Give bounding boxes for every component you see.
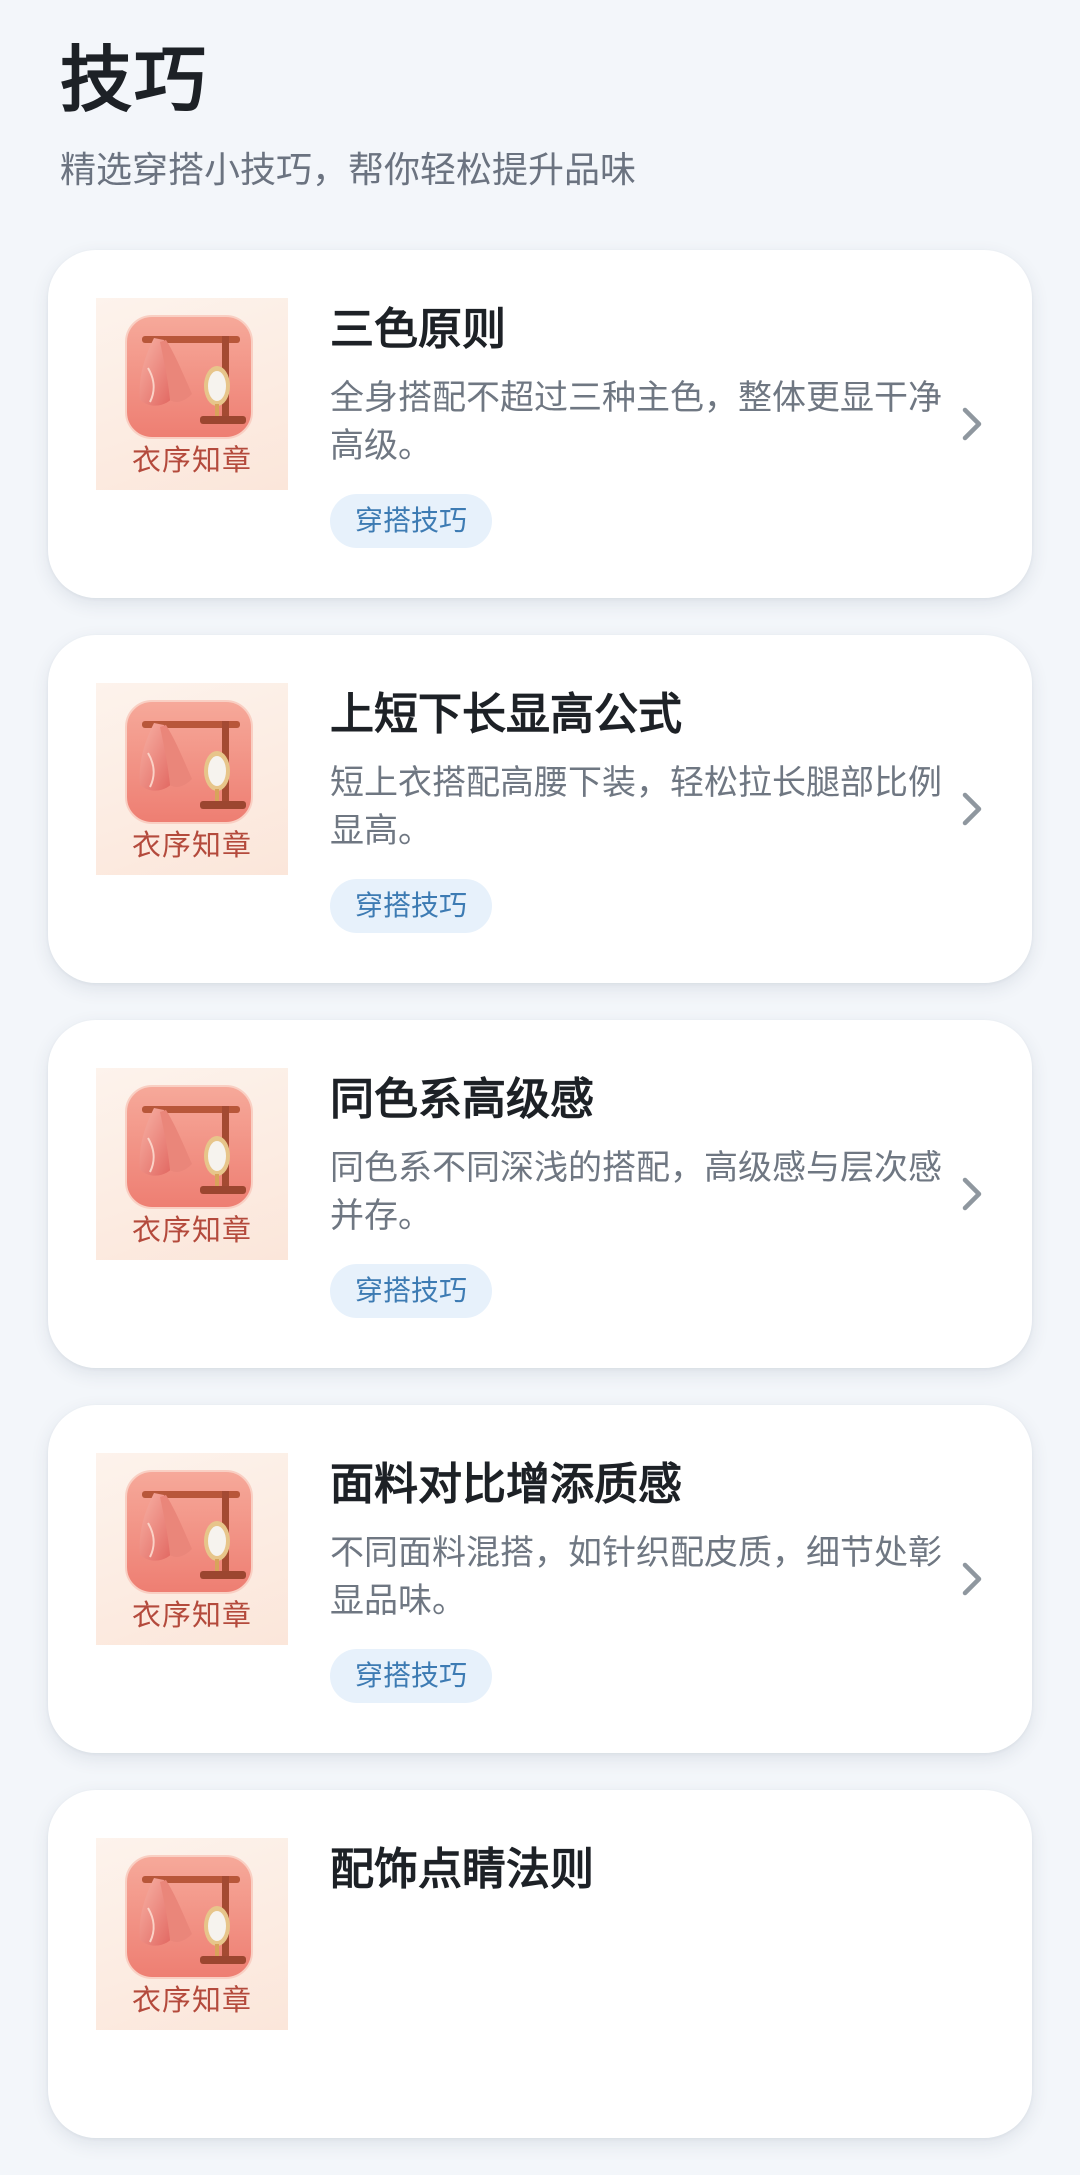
brand-logo-text: 衣序知章 bbox=[131, 1598, 252, 1632]
chevron-right-icon bbox=[962, 407, 982, 441]
tips-list: 衣序知章 三色原则全身搭配不超过三种主色，整体更显干净高级。穿搭技巧 衣序知章 … bbox=[48, 250, 1032, 2175]
brand-logo-text: 衣序知章 bbox=[131, 443, 252, 477]
tip-thumbnail: 衣序知章 bbox=[96, 683, 288, 875]
tip-body: 面料对比增添质感不同面料混搭，如针织配皮质，细节处彰显品味。穿搭技巧 bbox=[330, 1455, 960, 1703]
tip-body: 同色系高级感同色系不同深浅的搭配，高级感与层次感并存。穿搭技巧 bbox=[330, 1070, 960, 1318]
tip-body: 三色原则全身搭配不超过三种主色，整体更显干净高级。穿搭技巧 bbox=[330, 300, 960, 548]
tip-title: 同色系高级感 bbox=[330, 1074, 594, 1125]
tip-body: 配饰点睛法则 bbox=[330, 1840, 960, 1900]
tip-card[interactable]: 衣序知章 配饰点睛法则 bbox=[48, 1790, 1032, 2138]
chevron-right-icon bbox=[962, 1562, 982, 1596]
brand-logo-text: 衣序知章 bbox=[131, 828, 252, 862]
brand-logo-text: 衣序知章 bbox=[131, 1213, 252, 1247]
brand-logo-text: 衣序知章 bbox=[131, 1983, 252, 2017]
tip-card[interactable]: 衣序知章 上短下长显高公式短上衣搭配高腰下装，轻松拉长腿部比例显高。穿搭技巧 bbox=[48, 635, 1032, 983]
tip-thumbnail: 衣序知章 bbox=[96, 1068, 288, 1260]
tip-title: 上短下长显高公式 bbox=[330, 689, 682, 740]
tip-description: 同色系不同深浅的搭配，高级感与层次感并存。 bbox=[330, 1148, 942, 1236]
tip-category-tag: 穿搭技巧 bbox=[330, 1264, 493, 1318]
chevron-right-icon bbox=[962, 1177, 982, 1211]
tip-description: 短上衣搭配高腰下装，轻松拉长腿部比例显高。 bbox=[330, 763, 942, 851]
tip-card[interactable]: 衣序知章 面料对比增添质感不同面料混搭，如针织配皮质，细节处彰显品味。穿搭技巧 bbox=[48, 1405, 1032, 1753]
tip-thumbnail: 衣序知章 bbox=[96, 298, 288, 490]
tip-description: 全身搭配不超过三种主色，整体更显干净高级。 bbox=[330, 378, 942, 466]
tip-body: 上短下长显高公式短上衣搭配高腰下装，轻松拉长腿部比例显高。穿搭技巧 bbox=[330, 685, 960, 933]
tip-card[interactable]: 衣序知章 同色系高级感同色系不同深浅的搭配，高级感与层次感并存。穿搭技巧 bbox=[48, 1020, 1032, 1368]
tip-category-tag: 穿搭技巧 bbox=[330, 1649, 493, 1703]
tip-thumbnail: 衣序知章 bbox=[96, 1453, 288, 1645]
tip-title: 配饰点睛法则 bbox=[330, 1844, 594, 1895]
tip-title: 面料对比增添质感 bbox=[330, 1459, 682, 1510]
page-header: 技巧 精选穿搭小技巧，帮你轻松提升品味 bbox=[60, 30, 1020, 196]
page-subtitle: 精选穿搭小技巧，帮你轻松提升品味 bbox=[60, 150, 637, 191]
tip-thumbnail: 衣序知章 bbox=[96, 1838, 288, 2030]
page-title: 技巧 bbox=[60, 38, 209, 122]
tip-category-tag: 穿搭技巧 bbox=[330, 879, 493, 933]
chevron-right-icon bbox=[962, 792, 982, 826]
tip-card[interactable]: 衣序知章 三色原则全身搭配不超过三种主色，整体更显干净高级。穿搭技巧 bbox=[48, 250, 1032, 598]
tip-category-tag: 穿搭技巧 bbox=[330, 494, 493, 548]
tip-title: 三色原则 bbox=[330, 304, 506, 355]
tip-description: 不同面料混搭，如针织配皮质，细节处彰显品味。 bbox=[330, 1533, 942, 1621]
